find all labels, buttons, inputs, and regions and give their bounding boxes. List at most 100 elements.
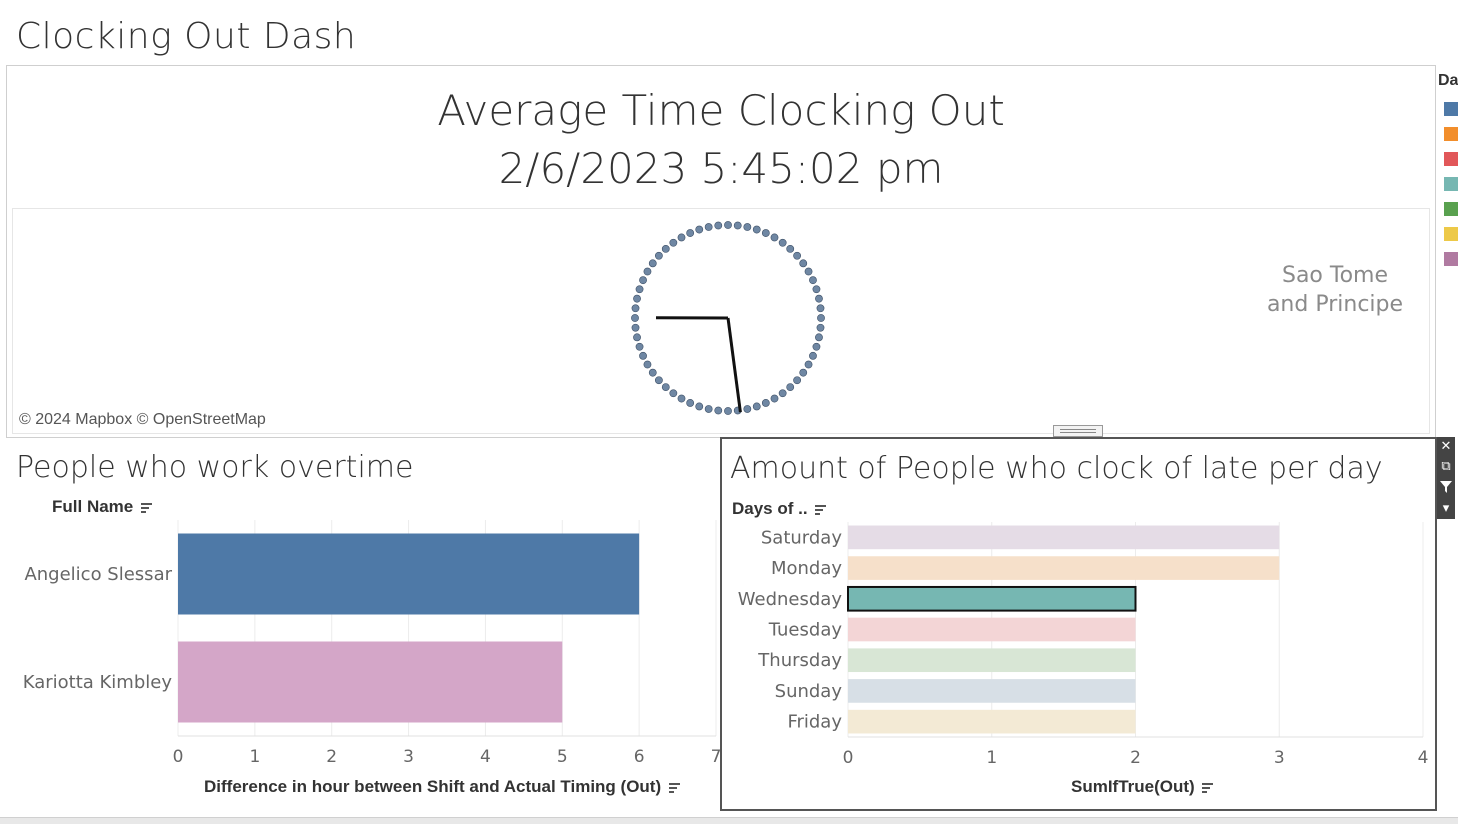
clock-mark[interactable] — [623, 213, 833, 423]
sort-icon[interactable] — [141, 503, 152, 512]
days-header[interactable]: Days of .. — [732, 499, 826, 519]
tick-label: 1 — [986, 748, 997, 768]
clock-dot — [724, 221, 731, 228]
map-place-label: Sao Tome and Principe — [1265, 261, 1405, 319]
legend-swatch[interactable] — [1444, 127, 1458, 141]
dashboard-title: Clocking Out Dash — [16, 16, 356, 57]
clock-dot — [809, 277, 816, 284]
row-label[interactable]: Monday — [771, 558, 842, 579]
clock-dot — [639, 277, 646, 284]
filter-icon[interactable] — [1437, 478, 1455, 496]
overtime-panel[interactable]: People who work overtime Full Name Angel… — [6, 440, 720, 820]
clock-dot — [687, 399, 694, 406]
row-label[interactable]: Kariotta Kimbley — [23, 672, 173, 693]
legend-swatch[interactable] — [1444, 252, 1458, 266]
late-panel[interactable]: Amount of People who clock of late per d… — [720, 437, 1437, 811]
clock-dot — [644, 361, 651, 368]
late-chart[interactable]: Saturday Monday Wednesday Tuesday Thursday Su… — [722, 517, 1435, 777]
clock-dot — [817, 314, 824, 321]
more-dropdown-icon[interactable]: ▾ — [1437, 499, 1455, 517]
bar[interactable] — [848, 679, 1136, 703]
late-x-axis-title[interactable]: SumIfTrue(Out) — [1071, 777, 1213, 797]
clock-dot — [670, 390, 677, 397]
bar[interactable] — [848, 618, 1136, 642]
clock-dot — [724, 407, 731, 414]
clock-dot — [734, 222, 741, 229]
overtime-title: People who work overtime — [16, 450, 413, 485]
overtime-x-axis-title[interactable]: Difference in hour between Shift and Act… — [204, 777, 680, 797]
clock-dot — [779, 390, 786, 397]
row-label[interactable]: Wednesday — [738, 589, 843, 610]
legend-swatch[interactable] — [1444, 202, 1458, 216]
clock-dot — [753, 226, 760, 233]
clock-dot — [809, 352, 816, 359]
sort-icon[interactable] — [815, 505, 826, 514]
clock-dot — [696, 403, 703, 410]
tick-label: 1 — [249, 747, 260, 767]
bar[interactable] — [848, 648, 1136, 672]
bar[interactable] — [848, 526, 1279, 550]
clock-dot — [715, 407, 722, 414]
tick-label: 5 — [557, 747, 568, 767]
popout-icon[interactable]: ⧉ — [1437, 457, 1455, 475]
tick-label: 2 — [1130, 748, 1141, 768]
close-icon[interactable]: ✕ — [1437, 437, 1455, 455]
tick-label: 6 — [634, 747, 645, 767]
row-label[interactable]: Tuesday — [768, 620, 843, 641]
map-credit[interactable]: © 2024 Mapbox © OpenStreetMap — [19, 411, 266, 429]
clock-dot — [678, 234, 685, 241]
map-place-label-line2: and Principe — [1265, 290, 1405, 319]
overtime-chart[interactable]: Angelico SlessarKariotta Kimbley01234567 — [6, 515, 720, 815]
clock-dot — [678, 395, 685, 402]
bar[interactable] — [178, 534, 639, 615]
clock-dot — [805, 268, 812, 275]
bar[interactable] — [848, 556, 1279, 580]
clock-dot — [670, 239, 677, 246]
clock-dot — [771, 395, 778, 402]
legend-swatch[interactable] — [1444, 152, 1458, 166]
row-label[interactable]: Friday — [787, 712, 842, 733]
clock-dot — [655, 377, 662, 384]
clock-dot — [787, 245, 794, 252]
full-name-header[interactable]: Full Name — [52, 497, 152, 517]
clock-dot — [817, 305, 824, 312]
row-label[interactable]: Angelico Slessar — [24, 564, 172, 585]
clock-dot — [744, 223, 751, 230]
clock-dot — [662, 245, 669, 252]
legend-swatch[interactable] — [1444, 227, 1458, 241]
clock-dot — [815, 334, 822, 341]
resize-grip[interactable] — [1053, 425, 1103, 437]
bar[interactable] — [848, 587, 1136, 611]
clock-dot — [649, 260, 656, 267]
bar[interactable] — [178, 642, 562, 723]
clock-dot — [705, 405, 712, 412]
map-place-label-line1: Sao Tome — [1265, 261, 1405, 290]
clock-dot — [813, 286, 820, 293]
clock-dot — [696, 226, 703, 233]
clock-dot — [753, 403, 760, 410]
late-x-axis-title-label: SumIfTrue(Out) — [1071, 777, 1195, 796]
tick-label: 0 — [843, 748, 854, 768]
sort-icon[interactable] — [1202, 783, 1213, 792]
clock-dot — [762, 229, 769, 236]
tick-label: 2 — [326, 747, 337, 767]
map-area[interactable]: Sao Tome and Principe © 2024 Mapbox © Op… — [12, 208, 1430, 434]
row-label[interactable]: Saturday — [761, 527, 842, 548]
row-label[interactable]: Sunday — [775, 681, 843, 702]
map-panel[interactable]: Average Time Clocking Out 2/6/2023 5:45:… — [6, 65, 1436, 438]
bar[interactable] — [848, 710, 1136, 734]
row-label[interactable]: Thursday — [757, 650, 842, 671]
clock-dot — [632, 305, 639, 312]
legend-swatch[interactable] — [1444, 177, 1458, 191]
clock-dot — [662, 384, 669, 391]
tick-label: 4 — [480, 747, 491, 767]
sort-icon[interactable] — [669, 783, 680, 792]
clock-dot — [800, 369, 807, 376]
panel-toolbar: ✕ ⧉ ▾ — [1437, 437, 1455, 519]
late-title: Amount of People who clock of late per d… — [730, 451, 1383, 486]
clock-dot — [687, 229, 694, 236]
tick-label: 3 — [1274, 748, 1285, 768]
legend-swatch[interactable] — [1444, 102, 1458, 116]
clock-hour-hand — [728, 318, 740, 412]
clock-dot — [636, 286, 643, 293]
